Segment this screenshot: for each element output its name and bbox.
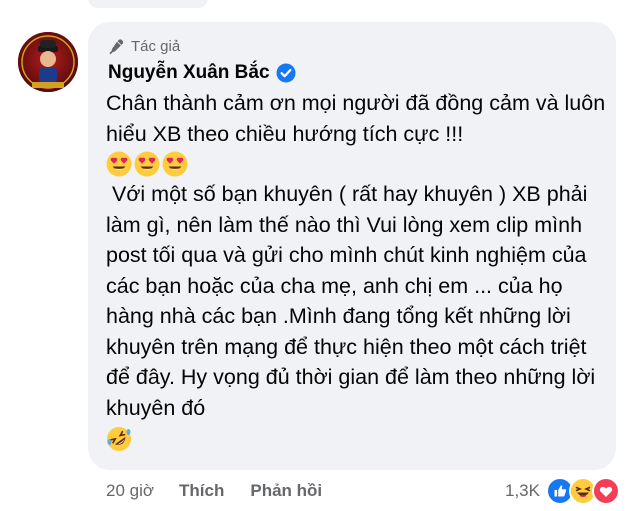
reaction-icons xyxy=(545,477,620,505)
microphone-icon xyxy=(109,39,124,54)
verified-badge-icon xyxy=(276,63,296,83)
emoji-row xyxy=(106,149,610,179)
author-name[interactable]: Nguyễn Xuân Bắc xyxy=(108,62,270,84)
rolling-laughing-emoji-icon xyxy=(107,427,131,451)
comment-actions: 20 giờ Thích Phản hồi xyxy=(106,478,348,504)
previous-comment-bubble xyxy=(88,0,208,8)
author-badge-label: Tác giả xyxy=(131,37,181,55)
reaction-summary[interactable]: 1,3K xyxy=(505,477,620,505)
comment-paragraph-1: Chân thành cảm ơn mọi người đã đồng cảm … xyxy=(106,91,612,146)
author-badge: Tác giả xyxy=(108,36,180,56)
like-button[interactable]: Thích xyxy=(179,481,224,501)
avatar[interactable] xyxy=(18,32,78,92)
reply-button[interactable]: Phản hồi xyxy=(250,481,322,501)
love-icon xyxy=(591,477,620,505)
emoji-end xyxy=(106,423,610,455)
heart-eyes-emoji-icon xyxy=(106,151,132,177)
author-row: Nguyễn Xuân Bắc xyxy=(108,60,296,86)
reaction-count[interactable]: 1,3K xyxy=(505,481,540,501)
comment-bubble: Tác giả Nguyễn Xuân Bắc Chân thành cảm ơ… xyxy=(88,22,616,470)
comment-text: Chân thành cảm ơn mọi người đã đồng cảm … xyxy=(106,88,610,455)
comment-timestamp[interactable]: 20 giờ xyxy=(106,481,154,501)
heart-eyes-emoji-icon xyxy=(134,151,160,177)
comment-paragraph-2: Với một số bạn khuyên ( rất hay khuyên )… xyxy=(106,182,602,420)
heart-eyes-emoji-icon xyxy=(162,151,188,177)
